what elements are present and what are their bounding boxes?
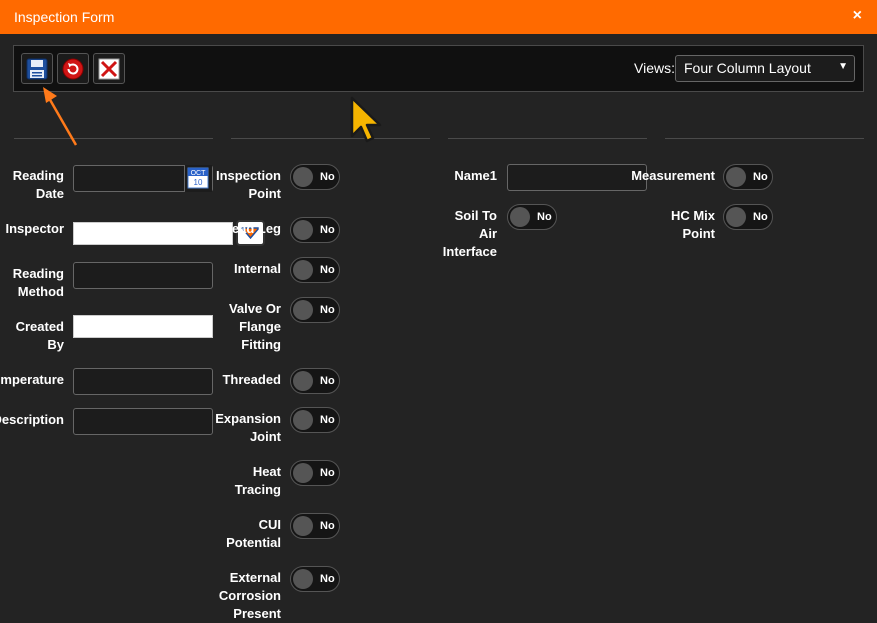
description-label: Description <box>0 412 64 427</box>
measurement-toggle[interactable]: No <box>723 164 773 190</box>
name1-input[interactable] <box>507 164 647 191</box>
inspection-point-toggle[interactable]: No <box>290 164 340 190</box>
valve-or-flange-fitting-label: Valve Or Flange Fitting <box>228 301 281 352</box>
refresh-icon <box>62 58 84 80</box>
reading-date-input[interactable]: OCT 10 <box>73 165 213 192</box>
inspector-input[interactable] <box>73 222 233 245</box>
calendar-month: OCT <box>191 170 207 177</box>
save-icon <box>26 58 48 80</box>
temperature-input[interactable] <box>73 368 213 395</box>
calendar-button[interactable]: OCT 10 <box>184 165 212 192</box>
description-input[interactable] <box>73 408 213 435</box>
hc-mix-point-toggle[interactable]: No <box>723 204 773 230</box>
annotation-arrow-icon <box>43 87 78 146</box>
expansion-joint-toggle[interactable]: No <box>290 407 340 433</box>
cui-potential-label: CUI Potential <box>226 517 281 550</box>
calendar-icon: OCT 10 <box>187 167 209 189</box>
external-corrosion-present-label: External Corrosion Present <box>218 570 281 621</box>
internal-label: Internal <box>234 261 281 276</box>
column-divider <box>448 138 647 139</box>
soil-to-air-interface-toggle[interactable]: No <box>507 204 557 230</box>
threaded-toggle[interactable]: No <box>290 368 340 394</box>
cancel-button[interactable] <box>93 53 125 84</box>
views-select[interactable]: Four Column Layout ▼ <box>675 55 855 82</box>
measurement-label: Measurement <box>631 168 715 183</box>
reading-method-label: Reading Method <box>12 266 64 299</box>
internal-toggle[interactable]: No <box>290 257 340 283</box>
dead-leg-label: Dead Leg <box>222 221 281 236</box>
heat-tracing-label: Heat Tracing <box>234 464 281 497</box>
close-icon[interactable]: × <box>853 7 862 25</box>
expansion-joint-label: Expansion Joint <box>215 411 281 444</box>
threaded-label: Threaded <box>222 372 281 387</box>
temperature-label: Temperature <box>0 372 64 387</box>
cancel-icon <box>98 58 120 80</box>
heat-tracing-toggle[interactable]: No <box>290 460 340 486</box>
views-label: Views: <box>634 60 675 76</box>
chevron-down-icon: ▼ <box>838 61 848 72</box>
reading-method-input[interactable] <box>73 262 213 289</box>
column-divider <box>665 138 864 139</box>
external-corrosion-present-toggle[interactable]: No <box>290 566 340 592</box>
mouse-pointer-icon <box>350 96 382 143</box>
window-titlebar: Inspection Form × <box>0 0 877 34</box>
created-by-input[interactable] <box>73 315 213 338</box>
toolbar: Views: Four Column Layout ▼ <box>13 45 864 92</box>
calendar-day: 10 <box>194 178 203 187</box>
soil-to-air-interface-label: Soil To Air Interface <box>442 208 497 259</box>
refresh-button[interactable] <box>57 53 89 84</box>
dead-leg-toggle[interactable]: No <box>290 217 340 243</box>
save-button[interactable] <box>21 53 53 84</box>
valve-or-flange-fitting-toggle[interactable]: No <box>290 297 340 323</box>
views-value: Four Column Layout <box>684 60 811 76</box>
inspection-point-label: Inspection Point <box>215 168 281 201</box>
window-title: Inspection Form <box>14 9 115 25</box>
column-divider <box>231 138 430 139</box>
name1-label: Name1 <box>454 168 497 183</box>
hc-mix-point-label: HC Mix Point <box>670 208 715 241</box>
inspector-label: Inspector <box>5 221 64 236</box>
created-by-label: Created By <box>15 319 64 352</box>
cui-potential-toggle[interactable]: No <box>290 513 340 539</box>
reading-date-label: Reading Date <box>12 168 64 201</box>
